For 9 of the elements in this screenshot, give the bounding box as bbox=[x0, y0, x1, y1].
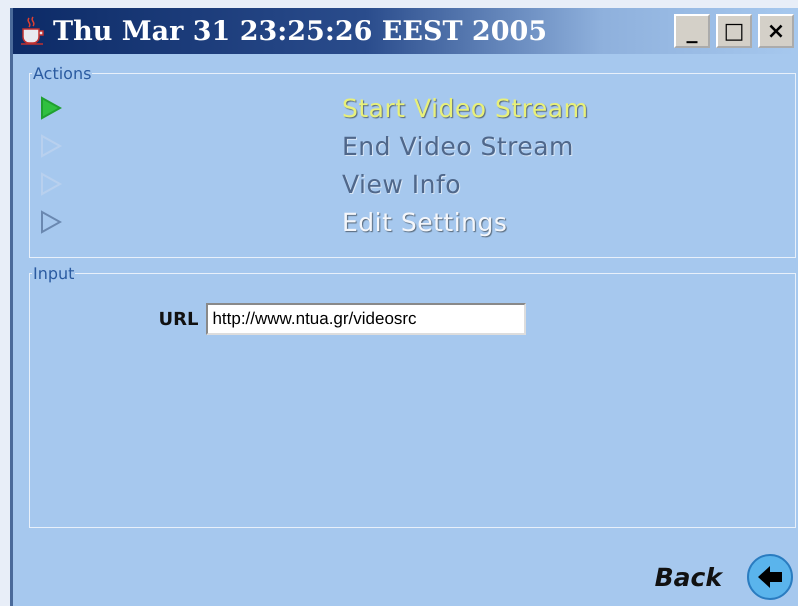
maximize-button[interactable]: □ bbox=[716, 14, 752, 48]
window-title: Thu Mar 31 23:25:26 EEST 2005 bbox=[53, 16, 548, 46]
minimize-button[interactable]: _ bbox=[674, 14, 710, 48]
back-button[interactable]: Back bbox=[654, 562, 722, 592]
group-label: Actions bbox=[32, 64, 92, 83]
close-button[interactable]: × bbox=[758, 14, 794, 48]
url-field[interactable]: http://www.ntua.gr/videosrc bbox=[206, 303, 526, 335]
field-label: URL bbox=[158, 308, 198, 330]
group-label: Input bbox=[32, 264, 76, 283]
